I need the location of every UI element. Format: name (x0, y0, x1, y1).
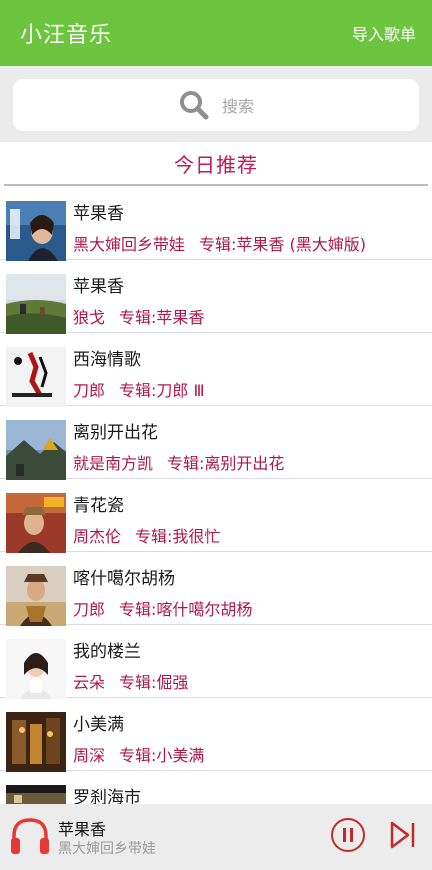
song-meta: 周深 专辑:小美满 (73, 742, 204, 766)
album-cover (6, 712, 66, 772)
song-artist: 云朵 (73, 673, 106, 692)
song-meta: 狼戈 专辑:苹果香 (73, 304, 204, 328)
song-album: 专辑:倔强 (119, 673, 189, 692)
song-album: 专辑:刀郎 Ⅲ (119, 381, 205, 400)
headphones-icon (11, 818, 49, 854)
song-artist: 周杰伦 (73, 527, 122, 546)
song-row[interactable]: 苹果香 狼戈 专辑:苹果香 (0, 260, 432, 334)
song-title: 罗刹海市 (73, 788, 141, 804)
song-row[interactable]: 喀什噶尔胡杨 刀郎 专辑:喀什噶尔胡杨 (0, 552, 432, 626)
song-artist: 黑大婶回乡带娃 (73, 235, 186, 254)
app-bar: 小汪音乐 导入歌单 (0, 0, 432, 66)
album-cover (6, 347, 66, 407)
search-area: 搜索 (0, 66, 432, 142)
song-album: 专辑:小美满 (119, 746, 205, 765)
song-title: 我的楼兰 (73, 642, 141, 662)
album-cover (6, 201, 66, 261)
section-title: 今日推荐 (174, 152, 258, 177)
song-row[interactable]: 苹果香 黑大婶回乡带娃 专辑:苹果香 (黑大婶版) (0, 187, 432, 261)
album-cover (6, 493, 66, 553)
song-row[interactable]: 离别开出花 就是南方凯 专辑:离别开出花 (0, 406, 432, 480)
song-title: 喀什噶尔胡杨 (73, 569, 175, 589)
song-row[interactable]: 小美满 周深 专辑:小美满 (0, 698, 432, 772)
song-artist: 就是南方凯 (73, 454, 154, 473)
next-icon[interactable] (389, 819, 417, 851)
song-artist: 刀郎 (73, 381, 106, 400)
song-meta: 黑大婶回乡带娃 专辑:苹果香 (黑大婶版) (73, 231, 366, 255)
song-row[interactable]: 罗刹海市 (0, 771, 432, 804)
song-list: 苹果香 黑大婶回乡带娃专辑:苹果香 (黑大婶版) 苹果香 狼戈专辑:苹果香 (0, 187, 432, 804)
song-row[interactable]: 西海情歌 刀郎 专辑:刀郎 Ⅲ (0, 333, 432, 407)
section-header: 今日推荐 (4, 142, 428, 186)
song-row[interactable]: 青花瓷 周杰伦 专辑:我很忙 (0, 479, 432, 553)
song-title: 苹果香 (73, 204, 124, 224)
search-icon (179, 91, 209, 120)
song-artist: 刀郎 (73, 600, 106, 619)
song-title: 小美满 (73, 715, 124, 735)
album-cover (6, 566, 66, 626)
song-album: 专辑:苹果香 (119, 308, 205, 327)
song-meta: 刀郎 专辑:喀什噶尔胡杨 (73, 596, 252, 620)
song-album: 专辑:我很忙 (135, 527, 221, 546)
song-meta: 刀郎 专辑:刀郎 Ⅲ (73, 377, 205, 401)
song-title: 西海情歌 (73, 350, 141, 370)
song-album: 专辑:喀什噶尔胡杨 (119, 600, 253, 619)
search-input[interactable]: 搜索 (13, 79, 419, 131)
song-meta: 云朵 专辑:倔强 (73, 669, 188, 693)
song-row[interactable]: 我的楼兰 云朵 专辑:倔强 (0, 625, 432, 699)
import-playlist-button[interactable]: 导入歌单 (352, 21, 416, 45)
app-root: 小汪音乐 导入歌单 搜索 今日推荐 苹果香 黑大婶回乡带娃 专辑:苹果香 (黑大… (0, 0, 432, 870)
song-meta: 周杰伦 专辑:我很忙 (73, 523, 220, 547)
song-title: 青花瓷 (73, 496, 124, 516)
song-album: 专辑:苹果香 (黑大婶版) (199, 235, 366, 254)
song-title: 离别开出花 (73, 423, 158, 443)
song-title: 苹果香 (73, 277, 124, 297)
album-cover (6, 785, 66, 804)
player-title: 苹果香 (58, 820, 107, 839)
app-title: 小汪音乐 (20, 23, 113, 48)
search-placeholder: 搜索 (221, 97, 254, 116)
pause-icon[interactable] (330, 817, 366, 853)
album-cover (6, 420, 66, 480)
album-cover (6, 639, 66, 699)
player-bar[interactable]: 苹果香 黑大婶回乡带娃 (0, 804, 432, 870)
song-meta: 就是南方凯 专辑:离别开出花 (73, 450, 284, 474)
player-artist: 黑大婶回乡带娃 (58, 841, 156, 857)
song-album: 专辑:离别开出花 (167, 454, 285, 473)
song-artist: 周深 (73, 746, 106, 765)
song-artist: 狼戈 (73, 308, 106, 327)
album-cover (6, 274, 66, 334)
